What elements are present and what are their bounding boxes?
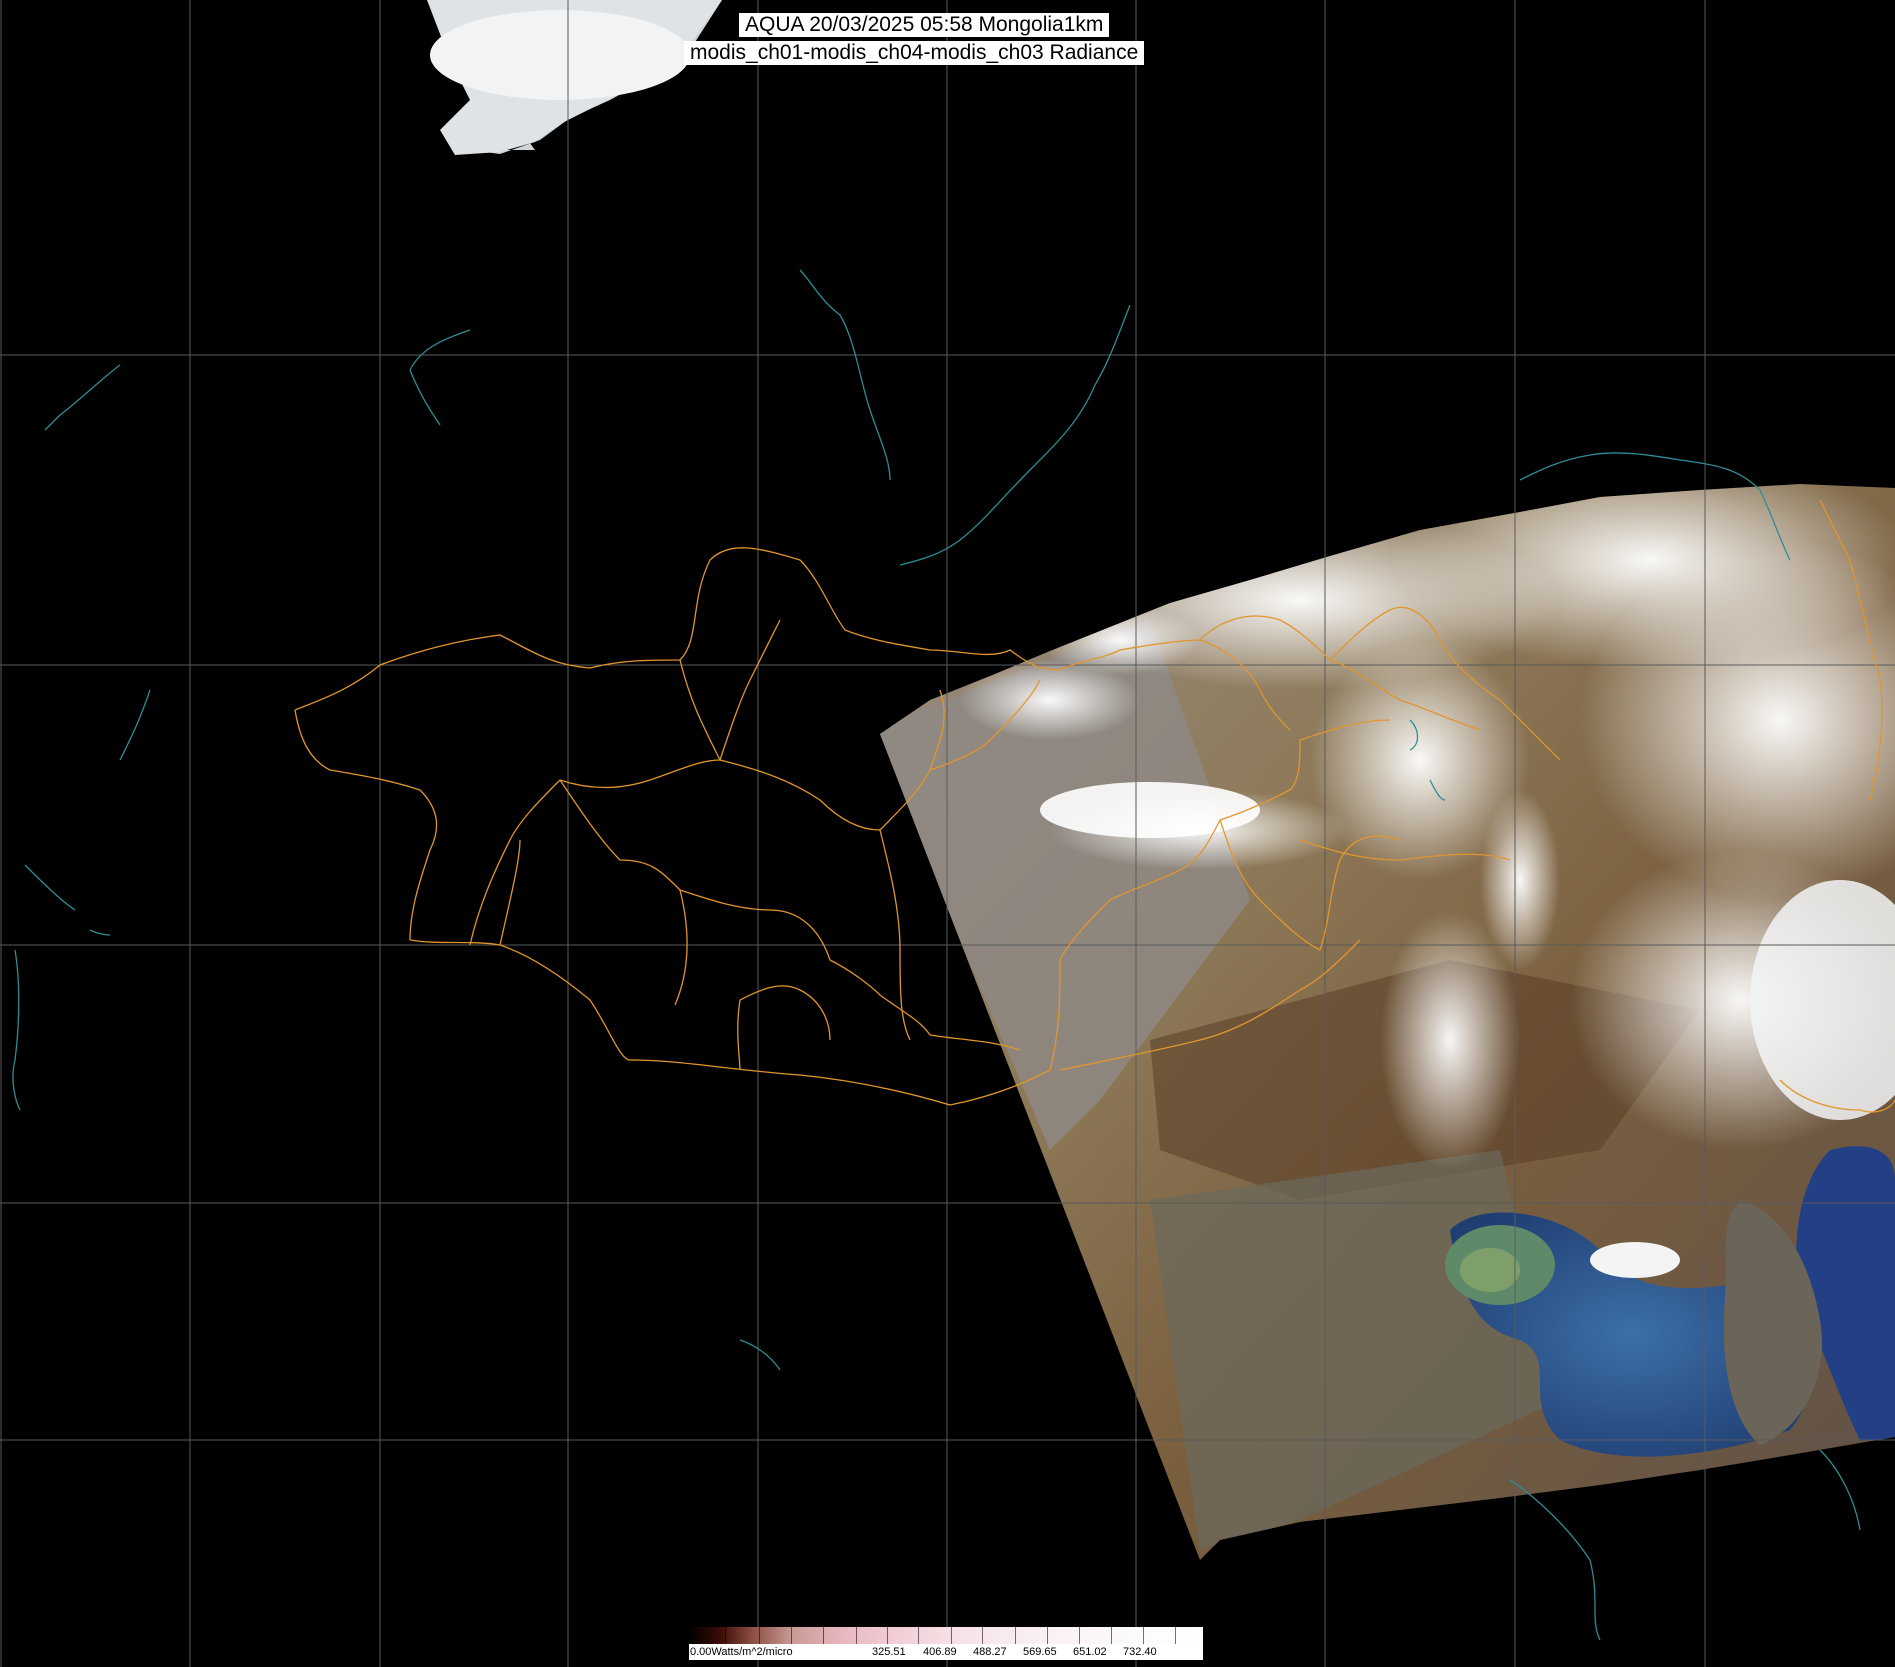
legend-color-bar xyxy=(689,1627,1203,1644)
legend-value: 488.27 xyxy=(973,1646,1007,1658)
map-subtitle: modis_ch01-modis_ch04-modis_ch03 Radianc… xyxy=(684,41,1145,65)
satellite-map xyxy=(0,0,1895,1667)
legend-value: 569.65 xyxy=(1023,1646,1057,1658)
legend-value: 651.02 xyxy=(1073,1646,1107,1658)
map-title: AQUA 20/03/2025 05:58 Mongolia1km xyxy=(739,13,1110,37)
radiance-legend: 0.00Watts/m^2/micro 325.51 406.89 488.27… xyxy=(689,1627,1203,1662)
legend-value: 406.89 xyxy=(923,1646,957,1658)
legend-value: 325.51 xyxy=(872,1646,906,1658)
legend-value: 732.40 xyxy=(1123,1646,1157,1658)
legend-labels: 0.00Watts/m^2/micro 325.51 406.89 488.27… xyxy=(689,1644,1203,1660)
legend-min-label: 0.00Watts/m^2/micro xyxy=(690,1646,793,1658)
